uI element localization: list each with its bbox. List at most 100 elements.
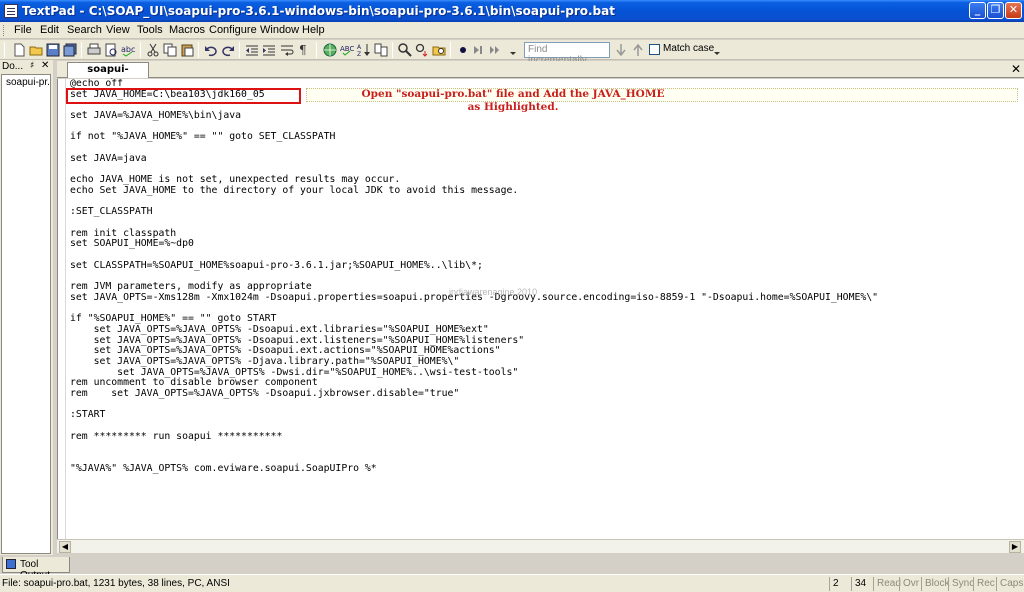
pilcrow-icon[interactable]: ¶ xyxy=(297,43,311,57)
menu-window[interactable]: Window xyxy=(260,24,299,36)
match-case-label: Match case xyxy=(663,43,715,54)
svg-text:abc: abc xyxy=(121,45,135,54)
save-icon[interactable] xyxy=(46,43,60,57)
menu-search[interactable]: Search xyxy=(67,24,102,36)
code-line[interactable]: if not "%JAVA_HOME%" == "" goto SET_CLAS… xyxy=(70,132,1015,143)
code-line[interactable]: "%JAVA%" %JAVA_OPTS% com.eviware.soapui.… xyxy=(70,463,1015,475)
editor-gutter xyxy=(58,79,66,539)
code-line[interactable]: :START xyxy=(70,410,1015,421)
menu-grip-handle[interactable] xyxy=(3,25,6,36)
toolbar-separator xyxy=(81,42,82,58)
code-line[interactable]: set JAVA_OPTS=%JAVA_OPTS% -Djava.library… xyxy=(70,356,1015,368)
code-line[interactable]: echo Set JAVA_HOME to the directory of y… xyxy=(70,185,1015,197)
textpad-app-icon[interactable] xyxy=(4,4,18,18)
globe-icon[interactable] xyxy=(323,43,337,57)
save-all-icon[interactable] xyxy=(63,43,77,57)
find-previous-up-icon[interactable] xyxy=(631,43,645,57)
find-in-files-icon[interactable] xyxy=(432,43,446,57)
status-overwrite-indicator: Ovr xyxy=(899,577,921,591)
code-line[interactable]: rem init classpath xyxy=(70,228,1015,240)
menu-macros[interactable]: Macros xyxy=(169,24,205,36)
status-caps-indicator: Caps xyxy=(996,577,1024,591)
toolbar: abc ¶ ABC AZ Find incre xyxy=(0,40,1024,66)
spelling-icon[interactable]: abc xyxy=(121,43,135,57)
scroll-left-arrow-icon[interactable]: ◀ xyxy=(59,541,71,553)
increase-indent-icon[interactable] xyxy=(262,43,276,57)
code-line[interactable] xyxy=(70,197,1015,208)
paste-icon[interactable] xyxy=(180,43,194,57)
toolbar-grip[interactable] xyxy=(4,42,5,58)
close-button[interactable]: ✕ xyxy=(1005,2,1022,19)
code-line[interactable]: set SOAPUI_HOME=%~dp0 xyxy=(70,239,1015,250)
toolbar-overflow-chevron-icon[interactable] xyxy=(710,43,724,57)
svg-text:¶: ¶ xyxy=(299,43,307,57)
status-block-indicator: Block xyxy=(921,577,949,591)
code-text[interactable]: @echo off set JAVA_HOME=C:\bea103\jdk160_… xyxy=(70,79,1015,519)
code-line[interactable]: :SET_CLASSPATH xyxy=(70,207,1015,218)
menu-configure[interactable]: Configure xyxy=(209,24,257,36)
pin-icon[interactable]: ♯ xyxy=(30,61,34,71)
new-file-icon[interactable] xyxy=(12,43,26,57)
find-icon[interactable] xyxy=(398,43,412,57)
maximize-button[interactable]: ❐ xyxy=(987,2,1004,19)
print-preview-icon[interactable] xyxy=(104,43,118,57)
code-line[interactable] xyxy=(70,218,1015,229)
code-line[interactable]: set JAVA_OPTS=%JAVA_OPTS% -Dsoapui.ext.l… xyxy=(70,324,1015,336)
java-home-highlight-box xyxy=(66,88,301,104)
print-icon[interactable] xyxy=(87,43,101,57)
toolbar-options-chevron-icon[interactable] xyxy=(506,43,520,57)
svg-text:ABC: ABC xyxy=(340,45,354,53)
sort-icon[interactable]: AZ xyxy=(357,43,371,58)
replace-icon[interactable] xyxy=(415,43,429,57)
match-case-checkbox[interactable] xyxy=(649,44,660,55)
playback-macro-icon[interactable] xyxy=(471,43,485,57)
status-sync-indicator: Sync xyxy=(948,577,974,591)
status-file-info: File: soapui-pro.bat, 1231 bytes, 38 lin… xyxy=(2,578,230,589)
toolbar-separator xyxy=(450,42,451,58)
menu-tools[interactable]: Tools xyxy=(137,24,163,36)
code-line[interactable]: set JAVA=java xyxy=(70,153,1015,165)
redo-icon[interactable] xyxy=(221,43,235,57)
status-bar: File: soapui-pro.bat, 1231 bytes, 38 lin… xyxy=(0,574,1024,592)
document-list-item[interactable]: soapui-pr... xyxy=(6,77,50,88)
horizontal-scrollbar[interactable]: ◀ ▶ xyxy=(57,539,1024,553)
text-editor[interactable]: @echo off set JAVA_HOME=C:\bea103\jdk160_… xyxy=(57,79,1024,539)
code-line[interactable]: set JAVA_OPTS=-Xms128m -Xmx1024m -Dsoapu… xyxy=(70,292,1015,304)
menu-help[interactable]: Help xyxy=(302,24,325,36)
code-line[interactable]: rem ********* run soapui *********** xyxy=(70,431,1015,443)
menu-edit[interactable]: Edit xyxy=(40,24,59,36)
status-record-indicator: Rec xyxy=(973,577,996,591)
code-line[interactable] xyxy=(70,400,1015,411)
toolbar-separator xyxy=(392,42,393,58)
toolbar-separator xyxy=(316,42,317,58)
pane-close-icon[interactable]: ✕ xyxy=(41,60,49,71)
playback-multiple-icon[interactable] xyxy=(488,43,502,57)
menu-view[interactable]: View xyxy=(106,24,130,36)
tab-soapui-pro-bat[interactable]: soapui-pro.bat xyxy=(67,62,149,89)
undo-icon[interactable] xyxy=(204,43,218,57)
toolbar-separator xyxy=(140,42,141,58)
code-line[interactable] xyxy=(70,143,1015,154)
document-selector-title: Do... xyxy=(2,61,24,72)
find-incrementally-input[interactable]: Find incrementally xyxy=(524,42,610,66)
copy-icon[interactable] xyxy=(163,43,177,57)
status-read-indicator: Read xyxy=(873,577,901,591)
compare-files-icon[interactable] xyxy=(374,43,388,57)
open-folder-icon[interactable] xyxy=(29,43,43,57)
annotation-line: as Highlighted. xyxy=(467,101,559,113)
scroll-right-arrow-icon[interactable]: ▶ xyxy=(1009,541,1021,553)
record-macro-icon[interactable] xyxy=(456,43,470,57)
cut-icon[interactable] xyxy=(146,43,160,57)
code-line[interactable]: set CLASSPATH=%SOAPUI_HOME%soapui-pro-3.… xyxy=(70,260,1015,272)
minimize-button[interactable]: _ xyxy=(969,2,986,19)
decrease-indent-icon[interactable] xyxy=(245,43,259,57)
find-next-down-icon[interactable] xyxy=(614,43,628,57)
tool-output-tab[interactable]: Tool Output xyxy=(2,557,70,581)
menu-file[interactable]: File xyxy=(14,24,32,36)
code-line[interactable] xyxy=(70,442,1015,453)
close-document-icon[interactable]: ✕ xyxy=(1011,62,1021,76)
annotation-callout: Open "soapui-pro.bat" file and Add the J… xyxy=(338,88,688,114)
word-wrap-icon[interactable] xyxy=(280,43,294,57)
spell-check-icon[interactable]: ABC xyxy=(340,43,354,57)
code-line[interactable]: rem set JAVA_OPTS=%JAVA_OPTS% -Dsoapui.j… xyxy=(70,388,1015,400)
